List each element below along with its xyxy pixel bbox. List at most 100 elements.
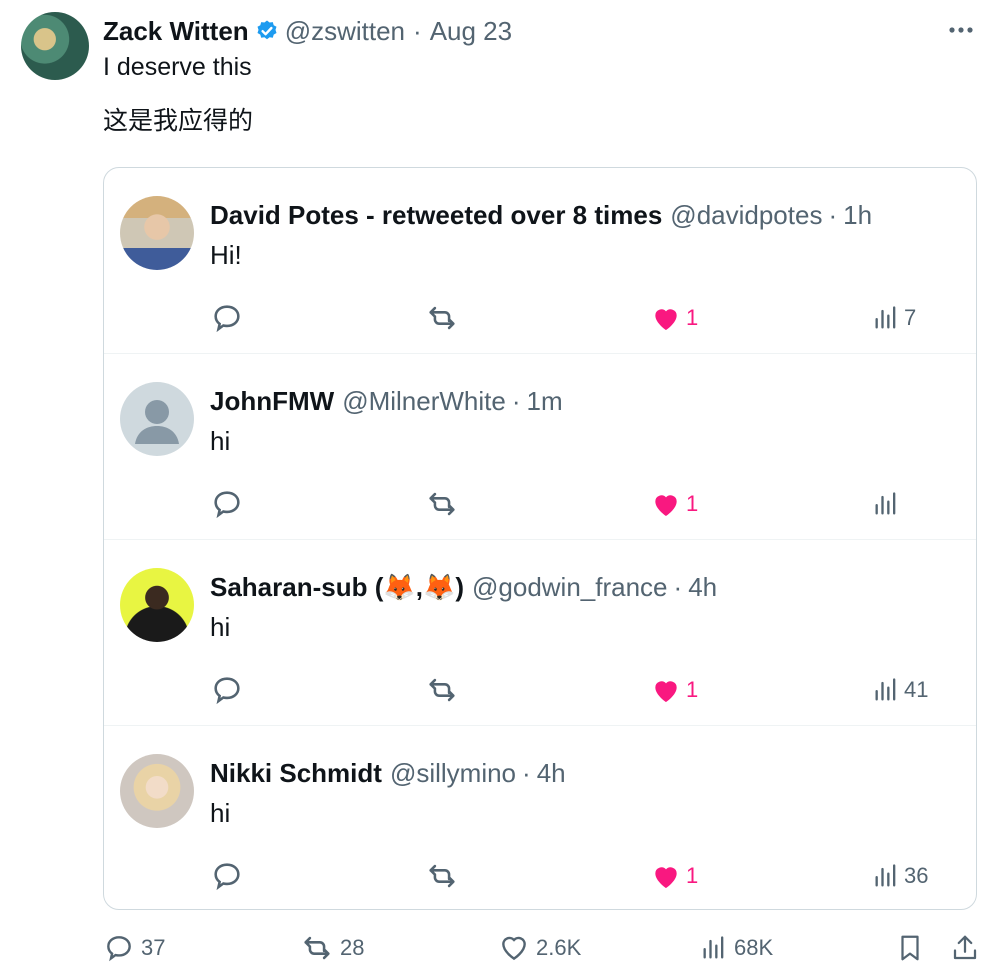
reply-header: Saharan-sub (🦊,🦊) @godwin_france · 4h bbox=[210, 572, 717, 603]
tweet-action-bar: 37 28 2.6K 68K bbox=[0, 930, 1000, 970]
views-button[interactable] bbox=[872, 486, 904, 522]
reply-button[interactable] bbox=[210, 300, 244, 336]
views-button[interactable]: 36 bbox=[872, 858, 928, 894]
reply-button[interactable]: 37 bbox=[103, 930, 165, 966]
heart-filled-icon bbox=[655, 309, 677, 330]
reply-separator: · bbox=[522, 758, 531, 788]
reply-actions: 1 7 bbox=[104, 300, 976, 336]
retweet-icon bbox=[429, 678, 455, 702]
reply-separator: · bbox=[828, 200, 838, 230]
comment-icon bbox=[214, 863, 240, 891]
retweet-button[interactable]: 28 bbox=[300, 930, 364, 966]
views-icon bbox=[875, 306, 896, 329]
like-count: 2.6K bbox=[536, 935, 582, 960]
reply-text: Hi! bbox=[210, 240, 242, 270]
reply-avatar[interactable] bbox=[120, 382, 194, 456]
like-button[interactable]: 1 bbox=[650, 858, 698, 894]
views-count: 68K bbox=[734, 935, 774, 960]
tweet-text-line-1: I deserve this bbox=[103, 53, 252, 81]
reply-actions: 1 36 bbox=[104, 858, 976, 894]
like-count: 1 bbox=[686, 305, 699, 330]
author-avatar[interactable] bbox=[21, 12, 89, 80]
like-count: 1 bbox=[686, 863, 699, 888]
retweet-icon bbox=[304, 936, 330, 960]
views-button[interactable]: 68K bbox=[700, 930, 773, 966]
retweet-count: 28 bbox=[340, 935, 365, 960]
retweet-icon bbox=[429, 492, 455, 516]
reply-actions: 1 bbox=[104, 486, 976, 522]
reply-button[interactable] bbox=[210, 486, 244, 522]
retweet-icon bbox=[429, 306, 455, 330]
views-icon bbox=[875, 492, 896, 515]
like-count: 1 bbox=[686, 677, 699, 702]
retweet-button[interactable] bbox=[425, 672, 459, 708]
reply-text: hi bbox=[210, 612, 231, 642]
author-name[interactable]: Zack Witten bbox=[103, 16, 249, 47]
reply-separator: · bbox=[673, 572, 683, 602]
reply-separator: · bbox=[511, 386, 521, 416]
tweet-header: Zack Witten @zswitten · Aug 23 bbox=[103, 14, 512, 48]
reply-actions: 1 41 bbox=[104, 672, 976, 708]
tweet-date[interactable]: Aug 23 bbox=[430, 16, 512, 47]
views-icon bbox=[875, 864, 896, 887]
header-separator: · bbox=[413, 15, 422, 46]
reply-header: JohnFMW @MilnerWhite · 1m bbox=[210, 386, 563, 417]
bookmark-button[interactable] bbox=[895, 930, 925, 966]
retweet-button[interactable] bbox=[425, 300, 459, 336]
reply-time[interactable]: 1m bbox=[527, 386, 563, 417]
comment-icon bbox=[214, 305, 240, 333]
retweet-button[interactable] bbox=[425, 858, 459, 894]
like-count: 1 bbox=[686, 491, 699, 516]
reply-handle[interactable]: @sillymino bbox=[390, 758, 516, 789]
heart-filled-icon bbox=[655, 681, 677, 702]
like-button[interactable]: 1 bbox=[650, 672, 698, 708]
views-button[interactable]: 41 bbox=[872, 672, 928, 708]
more-icon[interactable] bbox=[946, 18, 976, 42]
views-icon bbox=[703, 936, 724, 959]
author-handle[interactable]: @zswitten bbox=[285, 16, 405, 47]
reply-time[interactable]: 4h bbox=[537, 758, 566, 789]
tweet-text-line-2: 这是我应得的 bbox=[103, 107, 254, 135]
views-button[interactable]: 7 bbox=[872, 300, 916, 336]
reply-item[interactable]: JohnFMW @MilnerWhite · 1m hi 1 bbox=[104, 354, 976, 540]
reply-time[interactable]: 4h bbox=[688, 572, 717, 603]
reply-author-name[interactable]: David Potes - retweeted over 8 times bbox=[210, 200, 662, 231]
views-count: 36 bbox=[904, 863, 929, 888]
heart-icon bbox=[502, 936, 526, 961]
reply-author-name[interactable]: JohnFMW bbox=[210, 386, 334, 417]
reply-text: hi bbox=[210, 426, 231, 456]
reply-author-name[interactable]: Nikki Schmidt bbox=[210, 758, 382, 789]
retweet-button[interactable] bbox=[425, 486, 459, 522]
reply-item[interactable]: Nikki Schmidt @sillymino · 4h hi 1 36 bbox=[104, 726, 976, 909]
reply-header: David Potes - retweeted over 8 times @da… bbox=[210, 200, 872, 231]
reply-time[interactable]: 1h bbox=[843, 200, 872, 231]
reply-handle[interactable]: @MilnerWhite bbox=[342, 386, 506, 417]
reply-button[interactable] bbox=[210, 858, 244, 894]
share-button[interactable] bbox=[950, 930, 980, 966]
comment-icon bbox=[214, 491, 240, 519]
views-count: 7 bbox=[904, 305, 917, 330]
heart-filled-icon bbox=[655, 867, 677, 888]
comment-icon bbox=[214, 677, 240, 705]
reply-button[interactable] bbox=[210, 672, 244, 708]
like-button[interactable]: 2.6K bbox=[498, 930, 581, 966]
reply-item[interactable]: David Potes - retweeted over 8 times @da… bbox=[104, 168, 976, 354]
reply-avatar[interactable] bbox=[120, 568, 194, 642]
reply-avatar[interactable] bbox=[120, 754, 194, 828]
reply-handle[interactable]: @davidpotes bbox=[670, 200, 822, 231]
share-icon bbox=[953, 935, 977, 960]
quoted-replies-card[interactable]: David Potes - retweeted over 8 times @da… bbox=[103, 167, 977, 910]
like-button[interactable]: 1 bbox=[650, 300, 698, 336]
reply-item[interactable]: Saharan-sub (🦊,🦊) @godwin_france · 4h hi… bbox=[104, 540, 976, 726]
reply-handle[interactable]: @godwin_france bbox=[472, 572, 668, 603]
reply-author-name[interactable]: Saharan-sub (🦊,🦊) bbox=[210, 572, 464, 603]
reply-header: Nikki Schmidt @sillymino · 4h bbox=[210, 758, 566, 789]
like-button[interactable]: 1 bbox=[650, 486, 698, 522]
reply-avatar[interactable] bbox=[120, 196, 194, 270]
comment-icon bbox=[107, 936, 131, 962]
verified-badge-icon[interactable] bbox=[255, 19, 279, 43]
retweet-icon bbox=[429, 864, 455, 888]
views-count: 41 bbox=[904, 677, 929, 702]
heart-filled-icon bbox=[655, 495, 677, 516]
views-icon bbox=[875, 678, 896, 701]
